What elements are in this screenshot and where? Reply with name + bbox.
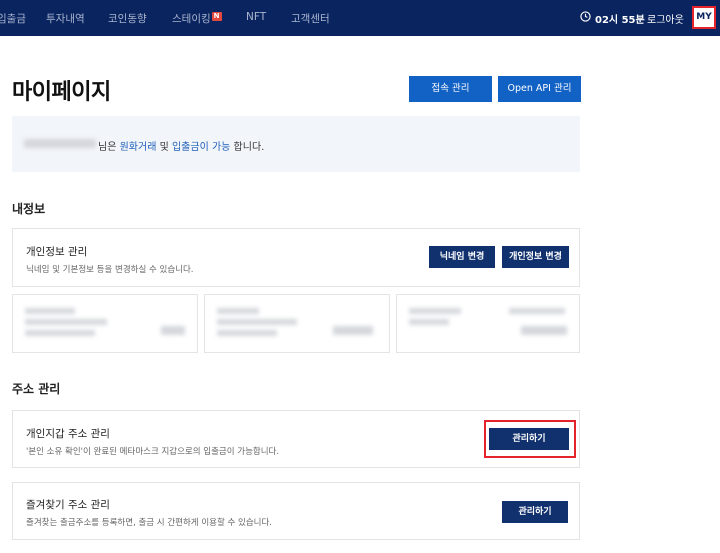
clock-icon — [580, 11, 591, 22]
nav-item-staking[interactable]: 스테이킹 N — [172, 11, 222, 26]
favorite-address-card: 즐겨찾기 주소 관리 즐겨찾는 출금주소를 등록하면, 출금 시 간편하게 이용… — [12, 482, 580, 540]
nav-item-investments[interactable]: 투자내역 — [46, 11, 85, 26]
masked-username — [24, 139, 96, 148]
nav-item-nft[interactable]: NFT — [246, 11, 266, 23]
top-nav: 입출금 투자내역 코인동향 스테이킹 N NFT 고객센터 02시 55분 로그아… — [0, 0, 720, 36]
logout-link[interactable]: 로그아웃 — [647, 11, 684, 26]
nav-item-deposit[interactable]: 입출금 — [0, 11, 26, 26]
masked-value — [333, 326, 373, 335]
personal-wallet-title: 개인지갑 주소 관리 — [26, 428, 110, 440]
masked-text — [217, 330, 277, 336]
masked-value — [521, 326, 567, 335]
info-box-3 — [396, 294, 580, 353]
page-title: 마이페이지 — [12, 80, 111, 105]
address-section-title: 주소 관리 — [12, 382, 61, 396]
favorite-address-desc: 즐겨찾는 출금주소를 등록하면, 출금 시 간편하게 이용할 수 있습니다. — [26, 518, 272, 528]
krw-trading-link[interactable]: 원화거래 — [120, 142, 157, 153]
nav-item-support[interactable]: 고객센터 — [291, 11, 330, 26]
change-personal-info-button[interactable]: 개인정보 변경 — [502, 246, 569, 268]
masked-value — [161, 326, 185, 335]
my-info-section-title: 내정보 — [12, 202, 46, 216]
info-box-1 — [12, 294, 198, 353]
open-api-management-button[interactable]: Open API 관리 — [498, 76, 581, 102]
new-badge: N — [211, 12, 222, 21]
masked-text — [25, 319, 107, 325]
masked-text — [25, 330, 95, 336]
manage-favorites-button[interactable]: 관리하기 — [502, 501, 568, 523]
notice-middle: 및 — [156, 142, 172, 153]
favorite-address-title: 즐겨찾기 주소 관리 — [26, 499, 110, 511]
nav-item-staking-label: 스테이킹 — [172, 13, 211, 25]
session-timer: 02시 55분 — [595, 15, 645, 26]
masked-text — [25, 308, 75, 314]
personal-info-title: 개인정보 관리 — [26, 246, 88, 258]
masked-text — [217, 308, 259, 314]
change-nickname-button[interactable]: 닉네임 변경 — [429, 246, 495, 268]
my-button[interactable]: MY — [692, 6, 716, 29]
personal-info-desc: 닉네임 및 기본정보 등을 변경하실 수 있습니다. — [26, 265, 194, 275]
notice-prefix: 님은 — [98, 142, 120, 153]
personal-wallet-desc: '본인 소유 확인'이 완료된 메타마스크 지갑으로의 입출금이 가능합니다. — [26, 447, 280, 457]
notice-suffix: 합니다. — [230, 142, 265, 153]
masked-text — [217, 319, 297, 325]
deposit-available-link[interactable]: 입출금이 가능 — [172, 142, 230, 153]
notice-text: 님은 원화거래 및 입출금이 가능 합니다. — [98, 138, 264, 153]
account-status-notice: 님은 원화거래 및 입출금이 가능 합니다. — [12, 116, 580, 172]
info-box-2 — [204, 294, 390, 353]
nav-item-coin-trends[interactable]: 코인동향 — [108, 11, 147, 26]
masked-text — [409, 319, 449, 325]
access-management-button[interactable]: 접속 관리 — [409, 76, 492, 102]
highlight-box — [484, 420, 576, 458]
personal-info-card: 개인정보 관리 닉네임 및 기본정보 등을 변경하실 수 있습니다. 닉네임 변… — [12, 228, 580, 287]
masked-text — [509, 308, 565, 314]
masked-text — [409, 308, 461, 314]
